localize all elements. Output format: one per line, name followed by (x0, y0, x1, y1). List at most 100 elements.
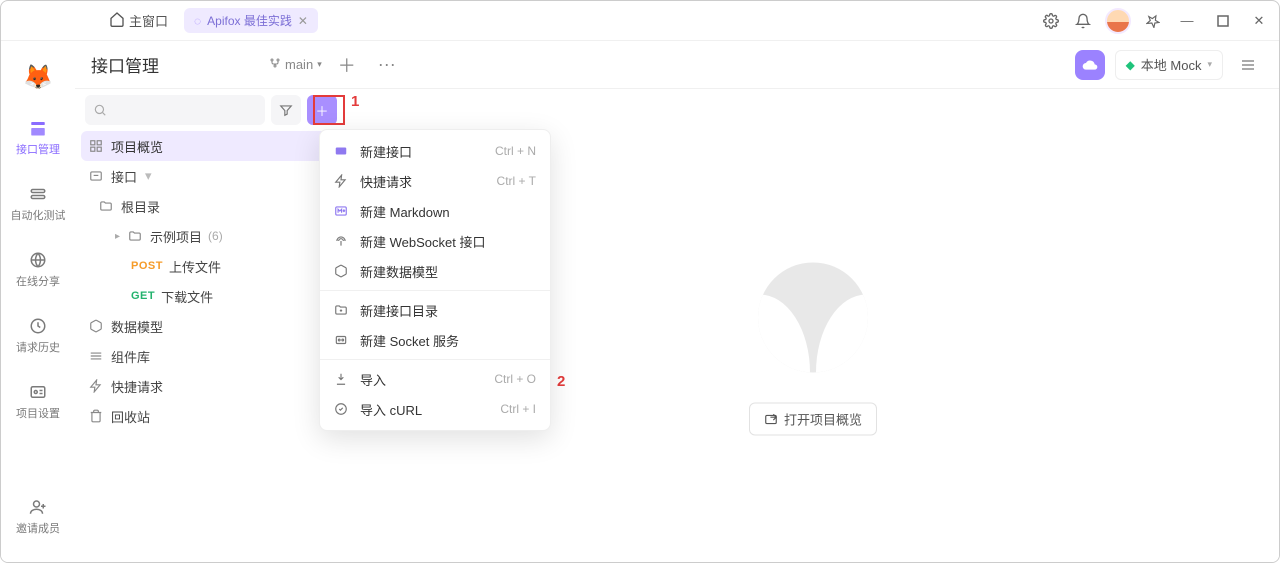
tab-label: Apifox 最佳实践 (207, 12, 292, 29)
branch-icon (269, 57, 281, 72)
rail-label: 在线分享 (16, 273, 60, 289)
topbar: 接口管理 main ▾ ＋ ··· ◆ 本地 Mock ▾ (75, 41, 1279, 89)
curl-icon (334, 402, 350, 416)
menu-label: 导入 cURL (360, 400, 422, 419)
tree-label: 根目录 (121, 197, 160, 216)
tree-label: 数据模型 (111, 317, 163, 336)
tree-quick-request[interactable]: 快捷请求 ▸ (81, 371, 341, 401)
folder-icon (99, 199, 115, 213)
menu-new-websocket[interactable]: 新建 WebSocket 接口 (320, 226, 550, 256)
menu-label: 新建接口目录 (360, 301, 438, 320)
menu-new-folder[interactable]: 新建接口目录 (320, 295, 550, 325)
tree-data-models[interactable]: 数据模型 ▸ (81, 311, 341, 341)
tree-label: 回收站 (111, 407, 150, 426)
rail-settings[interactable]: 项目设置 (1, 375, 75, 427)
tree-download[interactable]: GET 下载文件 (81, 281, 341, 311)
maximize-icon[interactable] (1211, 9, 1235, 33)
rail-history[interactable]: 请求历史 (1, 309, 75, 361)
page-title: 接口管理 (91, 52, 159, 77)
search-input[interactable] (85, 95, 265, 125)
home-icon (109, 11, 125, 30)
websocket-icon (334, 234, 350, 248)
filter-icon (279, 103, 293, 117)
settings-icon (27, 381, 49, 403)
menu-label: 新建 Markdown (360, 202, 450, 221)
close-icon[interactable]: ✕ (298, 14, 308, 28)
tree-recycle[interactable]: 回收站 (81, 401, 341, 431)
open-label: 打开项目概览 (784, 410, 862, 429)
tree-project-overview[interactable]: 项目概览 (81, 131, 341, 161)
more-button[interactable]: ··· (372, 50, 402, 80)
tree-root-dir[interactable]: 根目录 (81, 191, 341, 221)
menu-label: 快捷请求 (360, 172, 412, 191)
open-icon (764, 412, 778, 426)
api-icon (27, 117, 49, 139)
history-icon (27, 315, 49, 337)
titlebar: 主窗口 ◌ Apifox 最佳实践 ✕ ― ✕ (1, 1, 1279, 41)
tree-label: 项目概览 (111, 137, 163, 156)
new-tab-button[interactable]: ＋ (332, 50, 362, 80)
rail-share[interactable]: 在线分享 (1, 243, 75, 295)
folder-plus-icon (334, 303, 350, 317)
open-project-button[interactable]: 打开项目概览 (749, 403, 877, 436)
tree-upload[interactable]: POST 上传文件 (81, 251, 341, 281)
menu-new-socket[interactable]: 新建 Socket 服务 (320, 325, 550, 355)
pin-icon[interactable] (1143, 11, 1163, 31)
tree-example-project[interactable]: ▸ 示例项目 (6) (81, 221, 341, 251)
rail-label: 邀请成员 (16, 520, 60, 536)
tree-label: 下载文件 (161, 287, 213, 306)
lightning-icon (334, 174, 350, 188)
branch-selector[interactable]: main ▾ (269, 57, 322, 72)
tab-dot-icon: ◌ (194, 14, 201, 28)
menu-button[interactable] (1233, 50, 1263, 80)
method-badge: POST (131, 260, 163, 272)
menu-shortcut: Ctrl + I (500, 402, 536, 416)
menu-new-api[interactable]: 新建接口 Ctrl + N (320, 136, 550, 166)
api-root-icon (89, 169, 105, 183)
tree-api-root[interactable]: 接口 ▾ (81, 161, 341, 191)
rail-label: 接口管理 (16, 141, 60, 157)
data-model-icon (89, 319, 105, 333)
rail-api-management[interactable]: 接口管理 (1, 111, 75, 163)
rail: 🦊 接口管理 自动化测试 在线分享 请求历史 (1, 41, 75, 562)
environment-selector[interactable]: ◆ 本地 Mock ▾ (1115, 50, 1223, 80)
menu-label: 新建 Socket 服务 (360, 331, 459, 350)
overview-icon (89, 139, 105, 153)
menu-import-curl[interactable]: 导入 cURL Ctrl + I (320, 394, 550, 424)
share-icon (27, 249, 49, 271)
lightning-icon (89, 379, 105, 393)
invite-icon (27, 496, 49, 518)
tab-apifox[interactable]: ◌ Apifox 最佳实践 ✕ (184, 8, 318, 33)
rail-invite[interactable]: 邀请成员 (1, 490, 75, 542)
socket-icon (334, 333, 350, 347)
menu-new-markdown[interactable]: 新建 Markdown (320, 196, 550, 226)
menu-import[interactable]: 导入 Ctrl + O (320, 364, 550, 394)
menu-label: 导入 (360, 370, 386, 389)
menu-quick-request[interactable]: 快捷请求 Ctrl + T (320, 166, 550, 196)
menu-label: 新建 WebSocket 接口 (360, 232, 485, 251)
cloud-button[interactable] (1075, 50, 1105, 80)
home-button[interactable]: 主窗口 (99, 7, 178, 34)
rail-label: 自动化测试 (11, 207, 66, 223)
menu-shortcut: Ctrl + N (495, 144, 536, 158)
tree-count: (6) (208, 229, 223, 243)
branch-label: main (285, 57, 313, 72)
menu-new-datamodel[interactable]: 新建数据模型 (320, 256, 550, 286)
gear-icon[interactable] (1041, 11, 1061, 31)
filter-button[interactable] (271, 95, 301, 125)
bell-icon[interactable] (1073, 11, 1093, 31)
placeholder-logo (758, 263, 868, 373)
tree-label: 示例项目 (150, 227, 202, 246)
tree-components[interactable]: 组件库 ▸ (81, 341, 341, 371)
trash-icon (89, 409, 105, 423)
search-icon (93, 103, 107, 117)
rail-automation[interactable]: 自动化测试 (1, 177, 75, 229)
minimize-icon[interactable]: ― (1175, 9, 1199, 33)
tree-label: 接口 (111, 167, 137, 186)
window-close-icon[interactable]: ✕ (1247, 9, 1271, 33)
avatar[interactable] (1105, 8, 1131, 34)
rail-label: 请求历史 (16, 339, 60, 355)
method-badge: GET (131, 290, 155, 302)
add-button[interactable]: ＋ (307, 95, 337, 125)
chevron-down-icon: ▾ (317, 59, 322, 70)
